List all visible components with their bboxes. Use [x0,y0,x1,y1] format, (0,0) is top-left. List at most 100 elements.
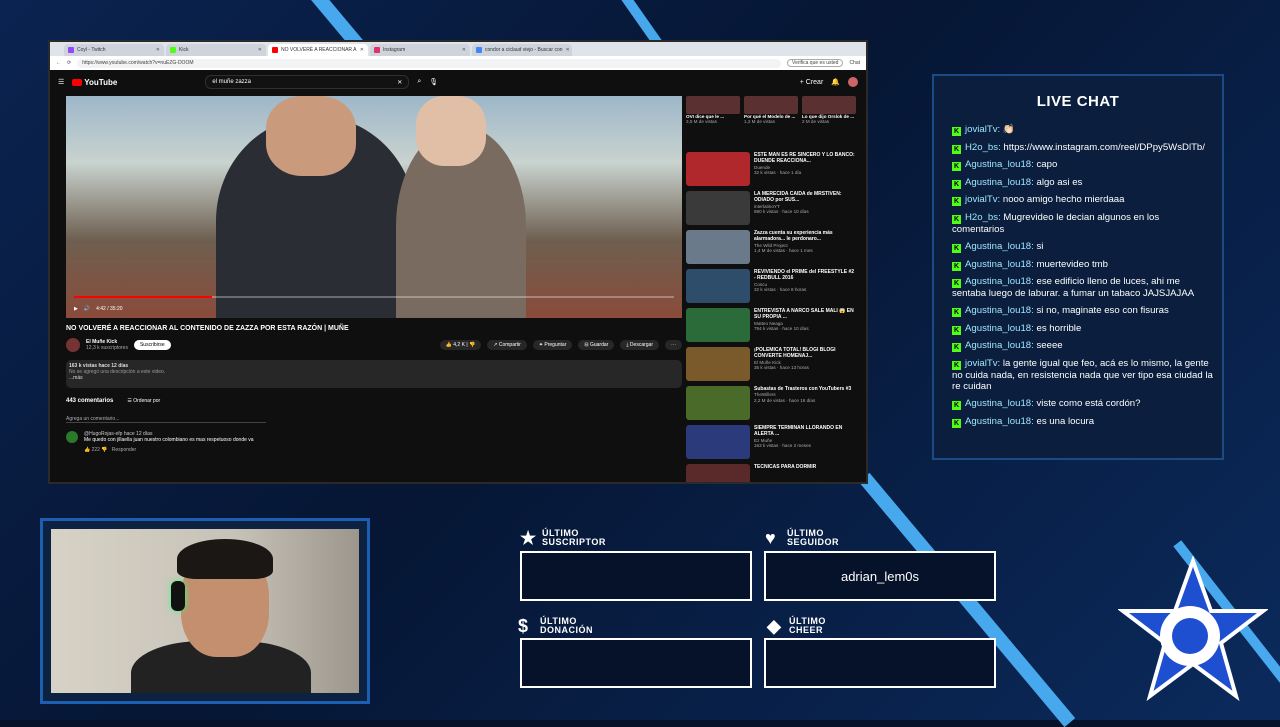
browser-tab[interactable]: Kick ✕ [166,44,266,56]
chat-username[interactable]: H2o_bs: [965,142,1001,153]
more-icon[interactable]: ⋯ [665,340,682,350]
tab-favicon [476,47,482,53]
avatar[interactable] [848,77,858,87]
short-card[interactable]: Lo que dijo Orslok de ... 2 M de vistas [802,96,856,146]
related-video[interactable]: REVIVIENDO el PRIME del FREESTYLE #2 - R… [686,269,856,303]
chat-username[interactable]: jovialTv: [965,358,1000,369]
mic-icon[interactable]: 🎙 [429,78,438,86]
heart-icon: ♥ [765,528,777,548]
save-button[interactable]: ⊟ Guardar [578,340,615,350]
short-card[interactable]: OVI dice que le ... 3,5 M de vistas [686,96,740,146]
create-button[interactable]: + Crear [800,79,824,86]
close-icon[interactable]: ✕ [258,47,262,53]
suscriptor-box [520,551,752,601]
related-sidebar: OVI dice que le ... 3,5 M de vistas Por qu… [686,96,856,482]
chat-username[interactable]: Agustina_lou18: [965,416,1034,427]
chat-username[interactable]: jovialTv: [965,124,1000,135]
related-video[interactable]: LA MERECIDA CAÍDA de MRSTIVEN: ODIADO po… [686,191,856,225]
search-input[interactable]: el muñe zazza ✕ [205,75,410,89]
add-comment-input[interactable]: Agrega un comentario... [66,416,266,423]
tab-favicon [170,47,176,53]
browser-tab[interactable]: condor a ciclaud viejo - Buscar con ✕ [472,44,572,56]
chat-message: K H2o_bs: Mugrevideo le decian algunos en… [952,212,1214,235]
chat-button[interactable]: Chat [849,60,860,66]
label-donacion-text: DONACIÓN [540,625,593,635]
verify-button[interactable]: Verifica que es usted [787,59,844,67]
close-icon[interactable]: ✕ [156,47,160,53]
chat-messages: KjovialTv: 👏🏻 K H2o_bs: https://www.instag… [952,124,1214,434]
chat-message: KjovialTv: nooo amigo hecho mierdaaa [952,194,1214,207]
chat-username[interactable]: Agustina_lou18: [965,398,1034,409]
related-video[interactable]: Zazza cuenta su experiencia más alarmado… [686,230,856,264]
back-icon[interactable]: ← [56,60,61,66]
chat-username[interactable]: jovialTv: [965,194,1000,205]
download-button[interactable]: ⤓ Descargar [620,340,659,350]
related-meta: 890 k vistas · hace 10 días [754,209,809,215]
related-channel: The Wild Project [754,242,788,248]
comment-text: Me quedo con jillaella juan nuestro colo… [84,437,254,443]
commenter-avatar[interactable] [66,431,78,443]
webcam-frame [40,518,370,704]
browser-tab[interactable]: NO VOLVERÉ A REACCIONAR A ✕ [268,44,368,56]
chat-username[interactable]: Agustina_lou18: [965,159,1034,170]
video-face-left [266,96,356,176]
chat-username[interactable]: Agustina_lou18: [965,259,1034,270]
video-thumbnail [686,191,750,225]
search-icon[interactable]: ⌕ [417,78,421,86]
video-thumbnail [686,386,750,420]
ask-button[interactable]: ✦ Preguntar [532,340,573,350]
chat-username[interactable]: Agustina_lou18: [965,276,1034,287]
volume-icon[interactable]: 🔊 [84,306,90,312]
sort-button[interactable]: ☰ Ordenar por [127,398,160,404]
related-video[interactable]: TÉCNICAS PARA DORMIR [686,464,856,482]
close-icon[interactable]: ✕ [462,47,466,53]
browser-tab[interactable]: Coyl - Twitch ✕ [64,44,164,56]
kick-badge-icon: K [952,261,961,271]
youtube-logo[interactable]: YouTube [72,78,117,87]
share-button[interactable]: ↗ Compartir [487,340,527,350]
cheer-box [764,638,996,688]
refresh-icon[interactable]: ⟳ [67,60,71,66]
show-more-link[interactable]: ...más [69,375,679,381]
kick-badge-icon: K [952,214,961,224]
related-info: ¡POLÉMICA TOTAL! BLOGI BLOGI CONVERTE HO… [754,347,856,381]
channel-avatar[interactable] [66,338,80,352]
video-player[interactable]: ▶ 🔊 4:42 / 35:20 [66,96,682,318]
related-video[interactable]: ENTREVISTA A NARCO SALE MALI 😱 EN SU PRO… [686,308,856,342]
related-video[interactable]: SIEMPRE TERMINAN LLORANDO EN ALERTA ... E… [686,425,856,459]
time-display: 4:42 / 35:20 [96,306,123,312]
chat-username[interactable]: H2o_bs: [965,212,1001,223]
related-title: ESTE MAN ES RE SINCERO Y LO BANCO: DUEND… [754,152,855,165]
bell-icon[interactable]: 🔔 [831,78,840,86]
save-label: Guardar [589,342,609,348]
browser-window: Coyl - Twitch ✕ Kick ✕ NO VOLVERÉ A REACCION… [48,40,868,484]
close-icon[interactable]: ✕ [360,47,364,53]
video-thumbnail [686,308,750,342]
url-field[interactable]: https://www.youtube.com/watch?v=nuEZG-DO… [77,58,782,68]
description-box[interactable]: 163 k vistas hace 12 días No se agregó u… [66,360,682,388]
chat-username[interactable]: Agustina_lou18: [965,340,1034,351]
chat-username[interactable]: Agustina_lou18: [965,323,1034,334]
tab-favicon [272,47,278,53]
like-button[interactable]: 👍 4,2 K | 👎 [439,340,482,350]
related-video[interactable]: Subastas de Trasteros con YouTubers #3 Th… [686,386,856,420]
related-video[interactable]: ¡POLÉMICA TOTAL! BLOGI BLOGI CONVERTE HO… [686,347,856,381]
chat-username[interactable]: Agustina_lou18: [965,177,1034,188]
sort-label: Ordenar por [133,398,161,404]
comment-body: @HugoRojas-efp hace 12 días Me quedo con … [84,431,254,453]
video-progress-bar[interactable] [74,296,674,298]
reply-button[interactable]: Responder [112,447,136,453]
chat-username[interactable]: Agustina_lou18: [965,305,1034,316]
related-info: ENTREVISTA A NARCO SALE MALI 😱 EN SU PRO… [754,308,856,342]
browser-tab[interactable]: Instagram ✕ [370,44,470,56]
short-card[interactable]: Por qué el Modelo de ... 1,2 M de vistas [744,96,798,146]
close-icon[interactable]: ✕ [566,47,570,53]
menu-icon[interactable]: ☰ [58,78,64,86]
related-video[interactable]: ESTE MAN ES RE SINCERO Y LO BANCO: DUEND… [686,152,856,186]
label-suscriptor: ★ ÚLTIMO SUSCRIPTOR [520,529,606,548]
like-count: 4,2 K [453,342,465,348]
subscribe-button[interactable]: Suscribirse [133,340,171,350]
clear-icon[interactable]: ✕ [397,79,402,86]
chat-username[interactable]: Agustina_lou18: [965,241,1034,252]
play-icon[interactable]: ▶ [74,306,78,312]
